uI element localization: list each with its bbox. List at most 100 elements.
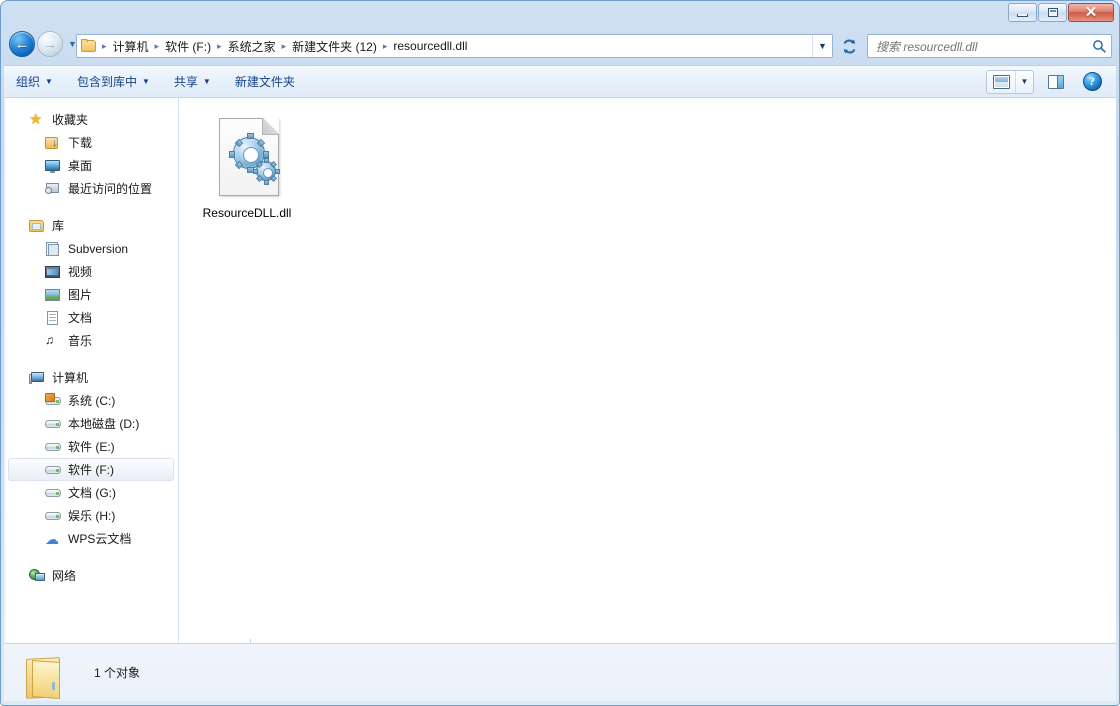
sidebar-item-network[interactable]: 网络 [8,564,174,587]
recent-places-icon [45,181,61,197]
sidebar-item-label: WPS云文档 [68,530,131,547]
pictures-icon [45,287,61,303]
chevron-down-icon: ▼ [203,77,211,86]
sidebar-item-label: 文档 (G:) [68,484,116,501]
dll-file-icon [211,116,283,200]
close-icon: ✕ [1085,5,1098,20]
toolbar-label: 共享 [174,73,198,90]
sidebar-item-videos[interactable]: 视频 [8,260,174,283]
sidebar-item-pictures[interactable]: 图片 [8,283,174,306]
breadcrumb: ▸ 计算机 ▸ 软件 (F:) ▸ 系统之家 ▸ 新建文件夹 (12) ▸ re… [77,37,812,56]
forward-button[interactable]: → [37,31,63,57]
sidebar-item-label: 最近访问的位置 [68,180,152,197]
sidebar-item-desktop[interactable]: 桌面 [8,154,174,177]
sidebar-item-label: 库 [52,217,64,234]
preview-pane-button[interactable] [1042,71,1070,93]
breadcrumb-separator[interactable]: ▸ [214,41,225,52]
sidebar-edge [4,98,7,643]
chevron-down-icon: ▼ [45,77,53,86]
sidebar-item-music[interactable]: ♫ 音乐 [8,329,174,352]
sidebar-item-documents[interactable]: 文档 [8,306,174,329]
network-icon [29,568,45,584]
search-icon[interactable] [1092,39,1107,54]
star-icon: ★ [29,112,45,128]
address-bar[interactable]: ▸ 计算机 ▸ 软件 (F:) ▸ 系统之家 ▸ 新建文件夹 (12) ▸ re… [76,34,833,58]
breadcrumb-item-3[interactable]: 新建文件夹 (12) [289,37,380,56]
refresh-button[interactable] [837,34,861,58]
breadcrumb-separator[interactable]: ▸ [99,41,110,52]
navigation-pane[interactable]: ★ 收藏夹 ↓ 下载 桌面 最近访问的位置 [4,98,179,643]
address-row: ← → ▼ ▸ 计算机 ▸ 软件 (F:) ▸ 系统之家 ▸ 新建文件夹 (12… [1,31,1119,63]
computer-icon [29,370,45,386]
view-mode-group: ▼ [986,70,1034,94]
toolbar-item-include-in-library[interactable]: 包含到库中 ▼ [67,69,160,94]
preview-pane-icon [1048,75,1064,89]
drive-icon [45,508,61,524]
back-arrow-icon: ← [15,37,30,52]
toolbar-item-share[interactable]: 共享 ▼ [164,69,221,94]
address-dropdown-icon[interactable]: ▼ [812,35,832,57]
view-mode-icon [993,75,1010,89]
nav-group-libraries: 库 Subversion 视频 图片 [4,214,178,352]
breadcrumb-item-2[interactable]: 系统之家 [225,37,279,56]
breadcrumb-separator[interactable]: ▸ [279,41,290,52]
drive-icon [45,462,61,478]
sidebar-item-recent-places[interactable]: 最近访问的位置 [8,177,174,200]
sidebar-item-drive-h[interactable]: 娱乐 (H:) [8,504,174,527]
navigation-buttons: ← → ▼ [9,31,77,57]
sidebar-item-label: 系统 (C:) [68,392,115,409]
toolbar-label: 组织 [16,73,40,90]
toolbar-item-organize[interactable]: 组织 ▼ [6,69,63,94]
content-area: ★ 收藏夹 ↓ 下载 桌面 最近访问的位置 [4,97,1116,643]
help-button[interactable]: ? [1078,71,1106,93]
nav-group-favorites: ★ 收藏夹 ↓ 下载 桌面 最近访问的位置 [4,108,178,200]
sidebar-item-label: 下载 [68,134,92,151]
sidebar-item-drive-f[interactable]: 软件 (F:) [8,458,174,481]
sidebar-item-label: 视频 [68,263,92,280]
breadcrumb-item-4[interactable]: resourcedll.dll [390,38,470,54]
minimize-icon [1017,14,1028,17]
drive-icon [45,439,61,455]
sidebar-item-drive-e[interactable]: 软件 (E:) [8,435,174,458]
sidebar-item-favorites[interactable]: ★ 收藏夹 [8,108,174,131]
sidebar-item-label: 桌面 [68,157,92,174]
sidebar-item-label: 软件 (E:) [68,438,115,455]
sidebar-item-drive-d[interactable]: 本地磁盘 (D:) [8,412,174,435]
breadcrumb-folder-icon[interactable] [81,39,97,53]
search-input[interactable]: 搜索 resourcedll.dll [872,38,1092,55]
status-bar: 1 个对象 [4,643,1116,701]
sidebar-item-label: 收藏夹 [52,111,88,128]
breadcrumb-item-0[interactable]: 计算机 [110,37,152,56]
sidebar-item-label: 本地磁盘 (D:) [68,415,139,432]
sidebar-item-downloads[interactable]: ↓ 下载 [8,131,174,154]
toolbar-item-new-folder[interactable]: 新建文件夹 [225,69,305,94]
sidebar-item-computer[interactable]: 计算机 [8,366,174,389]
music-icon: ♫ [45,333,61,349]
close-button[interactable]: ✕ [1068,3,1114,22]
sidebar-item-subversion[interactable]: Subversion [8,237,174,260]
sidebar-item-libraries[interactable]: 库 [8,214,174,237]
help-icon: ? [1083,72,1102,91]
minimize-button[interactable] [1008,3,1037,22]
back-button[interactable]: ← [9,31,35,57]
sidebar-item-wps-cloud[interactable]: ☁ WPS云文档 [8,527,174,550]
sidebar-item-drive-c[interactable]: 系统 (C:) [8,389,174,412]
sidebar-item-label: 文档 [68,309,92,326]
status-item-count: 1 个对象 [94,664,140,681]
maximize-button[interactable] [1038,3,1067,22]
file-list-pane[interactable]: ResourceDLL.dll [179,98,1116,643]
sidebar-item-drive-g[interactable]: 文档 (G:) [8,481,174,504]
view-mode-dropdown[interactable]: ▼ [1015,71,1033,93]
breadcrumb-item-1[interactable]: 软件 (F:) [162,37,214,56]
file-name-label: ResourceDLL.dll [203,206,292,221]
sidebar-item-label: 软件 (F:) [68,461,114,478]
nav-group-computer: 计算机 系统 (C:) 本地磁盘 (D:) 软件 (E:) 软件 (F:) [4,366,178,550]
search-box[interactable]: 搜索 resourcedll.dll [867,34,1112,58]
download-folder-icon: ↓ [45,135,61,151]
drive-icon [45,416,61,432]
breadcrumb-separator[interactable]: ▸ [152,41,163,52]
list-item[interactable]: ResourceDLL.dll [193,112,301,223]
breadcrumb-separator[interactable]: ▸ [380,41,391,52]
view-mode-button[interactable] [987,71,1015,93]
sidebar-item-label: 图片 [68,286,92,303]
